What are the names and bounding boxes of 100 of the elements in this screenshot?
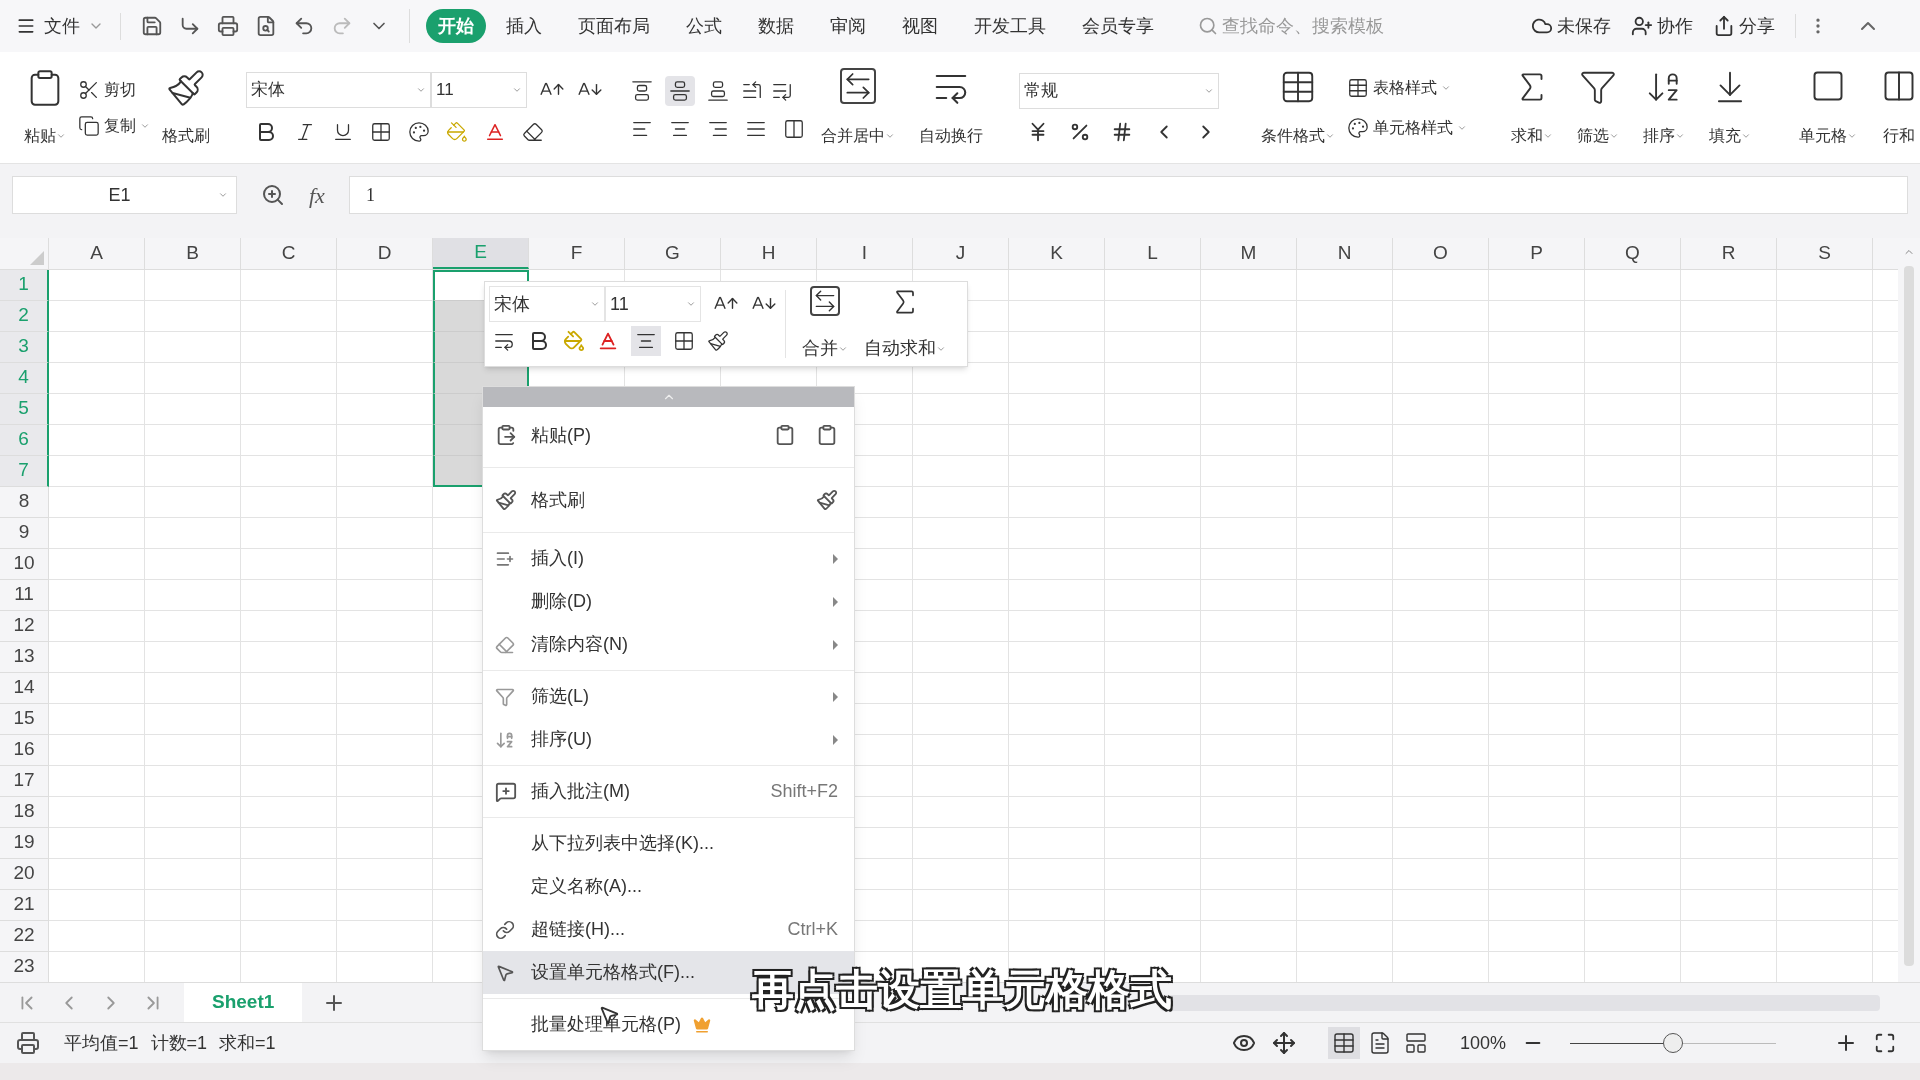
- crosshair-icon[interactable]: [1271, 1031, 1296, 1055]
- context-menu-item[interactable]: 定义名称(A)...: [483, 865, 854, 908]
- context-menu-item[interactable]: 排序(U): [483, 718, 854, 761]
- rows-columns-button[interactable]: 行和: [1869, 63, 1920, 152]
- fullscreen-icon[interactable]: [1874, 1032, 1896, 1054]
- font-dropdown[interactable]: 宋体: [489, 286, 605, 322]
- row-header[interactable]: 10: [0, 548, 49, 580]
- title-action-button[interactable]: 协作: [1623, 12, 1701, 40]
- fill-color-icon[interactable]: [563, 330, 585, 352]
- column-header[interactable]: B: [145, 238, 241, 269]
- column-header[interactable]: G: [625, 238, 721, 269]
- column-header[interactable]: C: [241, 238, 337, 269]
- slider-thumb[interactable]: [1663, 1032, 1683, 1053]
- paste-text-icon[interactable]: [774, 424, 796, 446]
- preview-icon[interactable]: [255, 15, 277, 37]
- row-header[interactable]: 18: [0, 796, 49, 828]
- context-menu-item[interactable]: 清除内容(N): [483, 623, 854, 666]
- ribbon-tab[interactable]: 插入: [490, 9, 558, 43]
- column-header[interactable]: M: [1201, 238, 1297, 269]
- title-action-button[interactable]: 分享: [1705, 12, 1783, 40]
- format-painter-button[interactable]: 格式刷: [150, 63, 222, 152]
- column-header[interactable]: J: [913, 238, 1009, 269]
- border-icon[interactable]: [673, 330, 695, 352]
- column-header[interactable]: H: [721, 238, 817, 269]
- paste-button[interactable]: 粘贴: [12, 63, 78, 152]
- number-format-dropdown[interactable]: 常规: [1019, 72, 1219, 109]
- column-header[interactable]: N: [1297, 238, 1393, 269]
- brush-icon[interactable]: [707, 330, 729, 352]
- export-icon[interactable]: [179, 15, 201, 37]
- context-menu-item[interactable]: 格式刷: [483, 472, 854, 528]
- paste-special-icon[interactable]: [816, 424, 838, 446]
- context-menu-item[interactable]: 从下拉列表中选择(K)...: [483, 822, 854, 865]
- cells-button[interactable]: 单元格: [1787, 63, 1869, 152]
- column-header[interactable]: F: [529, 238, 625, 269]
- row-header[interactable]: 9: [0, 517, 49, 549]
- context-menu-item[interactable]: 筛选(L): [483, 675, 854, 718]
- ribbon-tool-button[interactable]: 求和: [1499, 63, 1565, 152]
- column-header[interactable]: L: [1105, 238, 1201, 269]
- context-menu-item[interactable]: 插入批注(M) Shift+F2: [483, 770, 854, 813]
- cell-fill-icon[interactable]: [408, 120, 430, 143]
- title-action-button[interactable]: 未保存: [1523, 12, 1619, 40]
- row-header[interactable]: 13: [0, 641, 49, 673]
- formula-input[interactable]: 1: [348, 176, 1908, 214]
- ribbon-tool-button[interactable]: 排序: [1631, 63, 1697, 152]
- fill-color-icon[interactable]: [446, 120, 468, 143]
- border-icon[interactable]: [370, 120, 392, 143]
- macro-icon[interactable]: [16, 1031, 40, 1055]
- row-header[interactable]: 16: [0, 734, 49, 766]
- font-size-dropdown[interactable]: 11: [605, 286, 701, 322]
- ribbon-tool-button[interactable]: 筛选: [1565, 63, 1631, 152]
- table-style-button[interactable]: 表格样式: [1347, 75, 1467, 100]
- row-header[interactable]: 11: [0, 579, 49, 611]
- cell-style-button[interactable]: 单元格样式: [1347, 115, 1467, 140]
- merge-center-button[interactable]: 合并居中: [809, 63, 907, 152]
- row-header[interactable]: 15: [0, 703, 49, 735]
- row-header[interactable]: 17: [0, 765, 49, 797]
- ribbon-tab[interactable]: 会员专享: [1066, 9, 1170, 43]
- insert-function-button[interactable]: fx: [309, 178, 325, 212]
- row-header[interactable]: 20: [0, 858, 49, 890]
- undo-icon[interactable]: [293, 15, 315, 37]
- context-menu-item[interactable]: 删除(D): [483, 580, 854, 623]
- zoom-level[interactable]: 100%: [1459, 1029, 1506, 1057]
- column-header[interactable]: R: [1681, 238, 1777, 269]
- row-header[interactable]: 8: [0, 486, 49, 518]
- view-mode-button[interactable]: [1327, 1027, 1360, 1059]
- center-align-button[interactable]: [631, 326, 661, 356]
- font-dropdown[interactable]: 宋体: [246, 71, 431, 108]
- name-box[interactable]: E1: [12, 176, 237, 214]
- context-menu-item[interactable]: 超链接(H)... Ctrl+K: [483, 908, 854, 951]
- row-header[interactable]: 21: [0, 889, 49, 921]
- print-icon[interactable]: [217, 15, 239, 37]
- row-header[interactable]: 14: [0, 672, 49, 704]
- autosum-button[interactable]: 自动求和: [856, 286, 954, 362]
- eraser-icon[interactable]: [522, 120, 544, 143]
- ribbon-tool-button[interactable]: 填充: [1697, 63, 1763, 152]
- file-menu[interactable]: 文件: [16, 12, 121, 40]
- ribbon-tab[interactable]: 审阅: [814, 9, 882, 43]
- save-icon[interactable]: [141, 15, 163, 37]
- search-field[interactable]: 查找命令、搜索模板: [1198, 12, 1422, 40]
- ribbon-tab[interactable]: 公式: [670, 9, 738, 43]
- font-size-dropdown[interactable]: 11: [431, 71, 527, 108]
- zoom-icon[interactable]: [261, 183, 285, 207]
- thousands-icon[interactable]: [1111, 120, 1133, 143]
- column-header[interactable]: A: [49, 238, 145, 269]
- vertical-scrollbar[interactable]: [1898, 238, 1920, 982]
- row-header[interactable]: 23: [0, 951, 49, 982]
- ribbon-tab[interactable]: 页面布局: [562, 9, 666, 43]
- context-menu-item[interactable]: 粘贴(P): [483, 407, 854, 463]
- column-header[interactable]: O: [1393, 238, 1489, 269]
- brush-icon[interactable]: [816, 489, 838, 511]
- row-header[interactable]: 22: [0, 920, 49, 952]
- ribbon-tab[interactable]: 视图: [886, 9, 954, 43]
- column-header[interactable]: Q: [1585, 238, 1681, 269]
- conditional-format-button[interactable]: 条件格式: [1249, 63, 1347, 152]
- copy-button[interactable]: 复制: [78, 113, 150, 138]
- column-header[interactable]: S: [1777, 238, 1873, 269]
- column-header[interactable]: K: [1009, 238, 1105, 269]
- merge-button[interactable]: 合并: [794, 286, 856, 362]
- column-header[interactable]: P: [1489, 238, 1585, 269]
- column-header[interactable]: I: [817, 238, 913, 269]
